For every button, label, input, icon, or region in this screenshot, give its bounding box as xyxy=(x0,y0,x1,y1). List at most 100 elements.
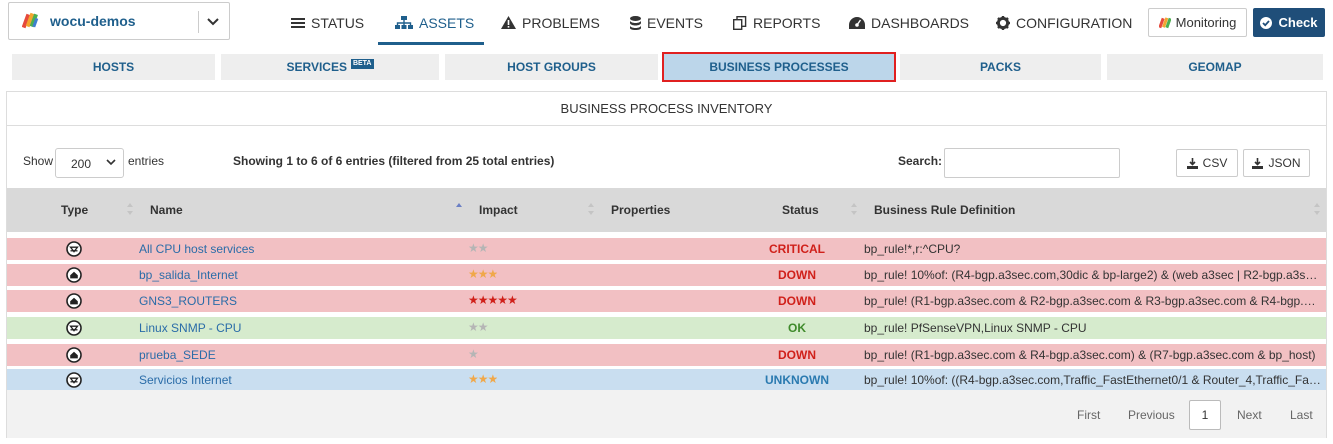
show-label: Show xyxy=(23,154,54,168)
nav-assets-label: ASSETS xyxy=(419,14,475,31)
column-header-status[interactable]: Status xyxy=(782,203,819,217)
status-badge: DOWN xyxy=(778,294,816,308)
chevron-down-icon[interactable] xyxy=(203,13,223,31)
warning-icon xyxy=(501,16,516,29)
subtab-services[interactable]: SERVICES BETA xyxy=(221,54,439,80)
panel-title: BUSINESS PROCESS INVENTORY xyxy=(7,92,1326,126)
column-header-type[interactable]: Type xyxy=(61,203,88,217)
pagination-current-page[interactable]: 1 xyxy=(1189,400,1221,430)
table-row[interactable]: Servicios Internet ★★★ UNKNOWN bp_rule! 10%… xyxy=(7,369,1326,391)
csv-export-button[interactable]: CSV xyxy=(1176,149,1238,177)
impact-stars: ★ xyxy=(468,347,478,361)
nav-status-label: STATUS xyxy=(311,14,365,31)
subtab-geomap-label: GEOMAP xyxy=(1188,60,1242,74)
table-row[interactable]: GNS3_ROUTERS ★★★★★ DOWN bp_rule! (R1-bgp.a3… xyxy=(7,290,1326,312)
nav-problems-label: PROBLEMS xyxy=(522,14,600,31)
impact-stars: ★★★ xyxy=(468,372,498,386)
copy-icon xyxy=(733,15,747,30)
worst-state-icon xyxy=(66,241,82,257)
status-badge: OK xyxy=(788,321,806,335)
monitoring-button[interactable]: Monitoring xyxy=(1148,8,1247,37)
nav-events-label: EVENTS xyxy=(647,14,704,31)
subtab-host-groups[interactable]: HOST GROUPS xyxy=(445,54,658,80)
csv-label: CSV xyxy=(1202,156,1228,170)
column-header-business-rule[interactable]: Business Rule Definition xyxy=(874,203,1015,217)
column-header-name[interactable]: Name xyxy=(150,203,183,217)
row-name-link[interactable]: All CPU host services xyxy=(139,242,254,256)
divider xyxy=(198,11,199,33)
business-rule-definition: bp_rule!*,r:^CPU? xyxy=(864,242,961,256)
pagination-last[interactable]: Last xyxy=(1290,408,1313,422)
nav-events[interactable]: EVENTS xyxy=(630,0,703,45)
pagination-next[interactable]: Next xyxy=(1237,408,1262,422)
sort-icon xyxy=(1314,203,1320,215)
check-circle-icon xyxy=(1260,16,1273,29)
page-length-select[interactable]: 200 xyxy=(55,148,124,178)
subtab-hosts-label: HOSTS xyxy=(92,60,135,74)
nav-reports[interactable]: REPORTS xyxy=(733,0,820,45)
dashboard-icon xyxy=(849,16,865,29)
top-bar: wocu-demos STATUS ASSETS PROBLEMS EVENTS… xyxy=(0,0,1333,46)
pagination-first[interactable]: First xyxy=(1077,408,1100,422)
business-rule-definition: bp_rule! (R1-bgp.a3sec.com & R4-bgp.a3se… xyxy=(864,348,1316,362)
nav-dashboards[interactable]: DASHBOARDS xyxy=(849,0,969,45)
impact-stars: ★★ xyxy=(468,320,488,334)
search-input[interactable] xyxy=(944,148,1120,178)
json-export-button[interactable]: JSON xyxy=(1243,149,1310,177)
row-name-link[interactable]: prueba_SEDE xyxy=(139,348,216,362)
subtab-hosts[interactable]: HOSTS xyxy=(12,54,215,80)
gear-icon xyxy=(996,15,1010,30)
sort-icon xyxy=(127,203,133,215)
row-name-link[interactable]: GNS3_ROUTERS xyxy=(139,294,237,308)
nav-configuration-label: CONFIGURATION xyxy=(1016,14,1133,31)
beta-badge: BETA xyxy=(350,59,374,69)
table-header: Type Name Impact Properties Status Busin… xyxy=(7,188,1326,232)
site-name: wocu-demos xyxy=(50,13,136,29)
pagination: First Previous 1 Next Last xyxy=(7,390,1326,438)
active-tab-underline xyxy=(378,42,484,45)
check-button[interactable]: Check xyxy=(1253,8,1325,37)
nav-configuration[interactable]: CONFIGURATION xyxy=(996,0,1132,45)
database-icon xyxy=(630,15,641,30)
nav-reports-label: REPORTS xyxy=(753,14,821,31)
status-badge: UNKNOWN xyxy=(765,373,829,387)
status-badge: CRITICAL xyxy=(769,242,825,256)
sort-icon xyxy=(851,203,857,215)
column-header-properties[interactable]: Properties xyxy=(611,203,670,217)
business-rule-definition: bp_rule! 10%of: ((R4-bgp.a3sec.com,Traff… xyxy=(864,373,1322,387)
status-badge: DOWN xyxy=(778,268,816,282)
download-icon xyxy=(1252,157,1264,169)
search-label: Search: xyxy=(898,154,943,168)
nav-dashboards-label: DASHBOARDS xyxy=(871,14,970,31)
row-name-link[interactable]: Servicios Internet xyxy=(139,373,232,387)
impact-stars: ★★★★★ xyxy=(468,293,517,307)
nav-assets[interactable]: ASSETS xyxy=(395,0,474,45)
table-row[interactable]: All CPU host services ★★ CRITICAL bp_rule!*… xyxy=(7,238,1326,260)
nav-status[interactable]: STATUS xyxy=(291,0,364,45)
page-length-value: 200 xyxy=(71,157,92,171)
worst-state-icon xyxy=(66,320,82,336)
entries-label: entries xyxy=(128,154,165,168)
table-row[interactable]: prueba_SEDE ★ DOWN bp_rule! (R1-bgp.a3sec.c… xyxy=(7,344,1326,366)
subtab-services-label: SERVICES xyxy=(286,60,347,74)
table-row[interactable]: bp_salida_Internet ★★★ DOWN bp_rule! 10%of:… xyxy=(7,264,1326,286)
download-icon xyxy=(1186,157,1198,169)
column-header-impact[interactable]: Impact xyxy=(479,203,518,217)
house-icon xyxy=(66,267,82,283)
sort-ascending-icon xyxy=(456,203,462,207)
subtab-packs[interactable]: PACKS xyxy=(900,54,1101,80)
table-row[interactable]: Linux SNMP - CPU ★★ OK bp_rule! PfSenseVPN,… xyxy=(7,317,1326,339)
site-selector[interactable]: wocu-demos xyxy=(8,2,230,40)
chevron-down-icon xyxy=(106,159,116,166)
wocu-logo-icon xyxy=(22,12,39,29)
subtab-business-processes[interactable]: BUSINESS PROCESSES xyxy=(662,52,896,82)
pagination-previous[interactable]: Previous xyxy=(1128,408,1175,422)
row-name-link[interactable]: Linux SNMP - CPU xyxy=(139,321,241,335)
json-label: JSON xyxy=(1268,156,1301,170)
row-name-link[interactable]: bp_salida_Internet xyxy=(139,268,238,282)
subtab-host-groups-label: HOST GROUPS xyxy=(507,60,596,74)
business-rule-definition: bp_rule! 10%of: (R4-bgp.a3sec.com,30dic … xyxy=(864,268,1322,282)
subtab-geomap[interactable]: GEOMAP xyxy=(1107,54,1323,80)
nav-problems[interactable]: PROBLEMS xyxy=(501,0,600,45)
monitoring-label: Monitoring xyxy=(1175,15,1237,30)
